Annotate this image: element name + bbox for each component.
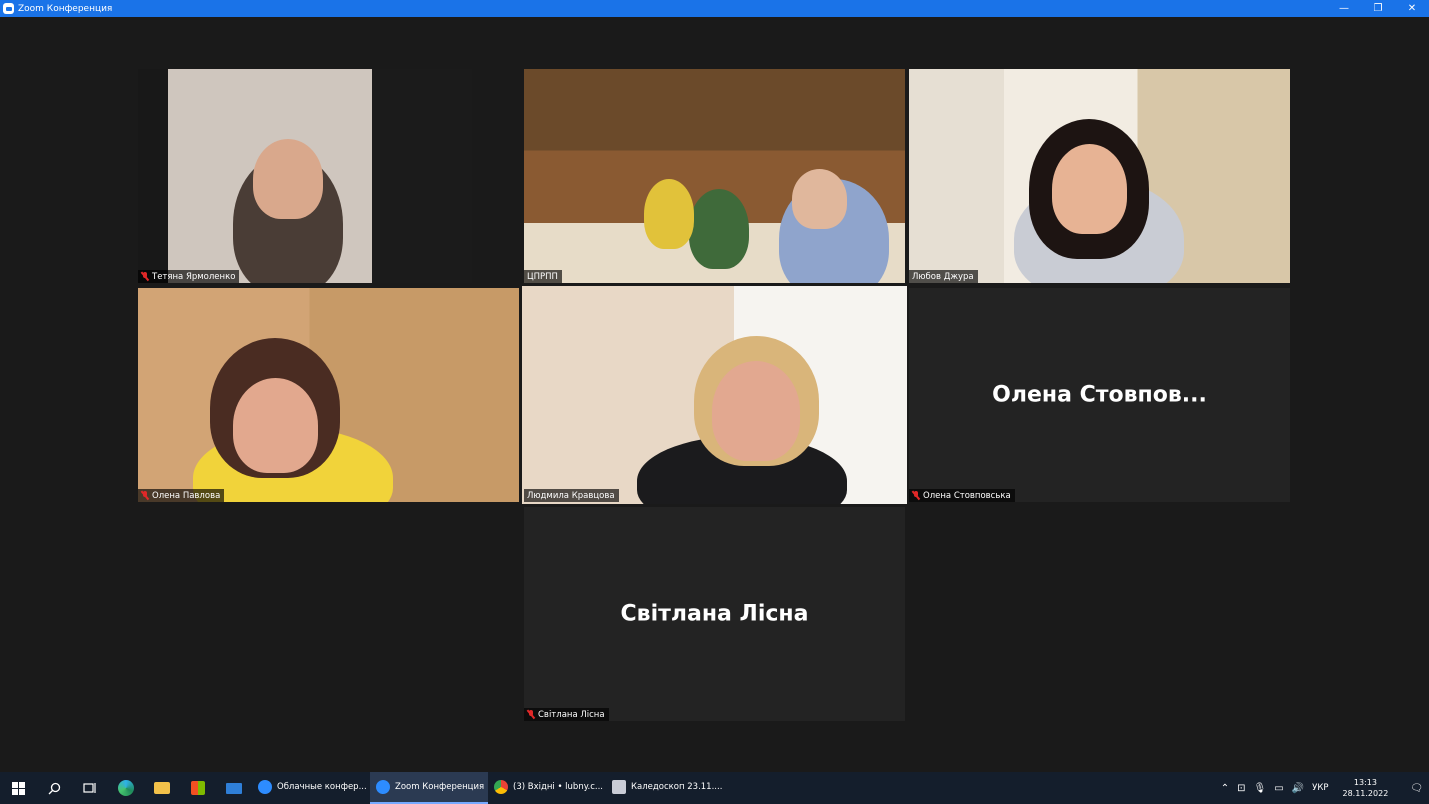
participant-name-tag: Любов Джура <box>909 270 978 283</box>
taskbar-app-label: Облачные конфер... <box>277 782 367 792</box>
edge-icon <box>118 780 134 796</box>
participant-name-tag: ЦПРПП <box>524 270 562 283</box>
task-view-icon <box>83 783 96 793</box>
video-tile-yarmolenko[interactable]: Тетяна Ярмоленко <box>138 69 472 283</box>
taskbar-app-label: Zoom Конференция <box>395 782 485 792</box>
participant-name: Олена Стовповська <box>923 490 1011 501</box>
participant-display-name: Світлана Лісна <box>620 601 809 627</box>
system-tray: ⌃ ⊡ 🎙 ▭ 🔊 УКР 13:13 28.11.2022 🗨 <box>1221 772 1429 804</box>
participant-name: Людмила Кравцова <box>527 490 615 501</box>
network-icon[interactable]: ⊡ <box>1237 783 1245 794</box>
zoom-icon <box>376 780 390 794</box>
maximize-button[interactable]: ❐ <box>1361 0 1395 17</box>
language-indicator[interactable]: УКР <box>1312 783 1328 793</box>
taskbar-app-label: (3) Вхідні • lubny.c... <box>513 782 604 792</box>
search-icon <box>48 782 60 794</box>
file-explorer-button[interactable] <box>144 772 180 804</box>
windows-taskbar: Облачные конфер... Zoom Конференция (3) … <box>0 772 1429 804</box>
participant-video <box>909 69 1290 283</box>
taskbar-app-cloud-meetings[interactable]: Облачные конфер... <box>252 772 370 804</box>
mic-muted-icon <box>141 272 149 281</box>
participant-name-tag: Світлана Лісна <box>524 708 609 721</box>
taskbar-app-document[interactable]: Каледоскоп 23.11.... <box>606 772 724 804</box>
zoom-icon <box>258 780 272 794</box>
clock-time: 13:13 <box>1353 778 1377 787</box>
chrome-icon <box>494 780 508 794</box>
participant-name: Любов Джура <box>912 271 974 282</box>
participant-video <box>138 69 472 283</box>
participant-name: Світлана Лісна <box>538 709 605 720</box>
participant-display-name: Олена Стовпов... <box>992 382 1207 408</box>
taskbar-app-zoom-meeting[interactable]: Zoom Конференция <box>370 772 488 804</box>
participant-name-tag: Людмила Кравцова <box>524 489 619 502</box>
clock[interactable]: 13:13 28.11.2022 <box>1336 777 1394 799</box>
minimize-button[interactable]: — <box>1327 0 1361 17</box>
notifications-icon[interactable]: 🗨 <box>1402 783 1423 794</box>
video-tile-tsprpp[interactable]: ЦПРПП <box>524 69 905 283</box>
participant-name-tag: Олена Стовповська <box>909 489 1015 502</box>
taskbar-app-chrome[interactable]: (3) Вхідні • lubny.c... <box>488 772 606 804</box>
video-tile-kravtsova[interactable]: Людмила Кравцова <box>522 286 907 504</box>
participant-name: Тетяна Ярмоленко <box>152 271 236 282</box>
clock-date: 28.11.2022 <box>1342 789 1389 798</box>
video-tile-pavlova[interactable]: Олена Павлова <box>138 288 519 502</box>
mic-muted-icon <box>141 491 149 500</box>
participant-name: ЦПРПП <box>527 271 558 282</box>
participant-name: Олена Павлова <box>152 490 221 501</box>
participant-video <box>138 288 519 502</box>
document-icon <box>612 780 626 794</box>
search-button[interactable] <box>36 772 72 804</box>
chevron-up-icon[interactable]: ⌃ <box>1221 783 1229 794</box>
task-view-button[interactable] <box>72 772 108 804</box>
mic-muted-icon <box>527 710 535 719</box>
participant-name-tag: Тетяна Ярмоленко <box>138 270 240 283</box>
battery-icon[interactable]: ▭ <box>1274 783 1283 794</box>
volume-icon[interactable]: 🔊 <box>1292 783 1304 794</box>
mail-icon <box>226 782 242 794</box>
mic-muted-icon <box>912 491 920 500</box>
gallery-view: Тетяна Ярмоленко ЦПРПП Любов Джура Олена… <box>0 17 1429 772</box>
video-tile-dzhura[interactable]: Любов Джура <box>909 69 1290 283</box>
participant-video <box>524 69 905 283</box>
store-icon <box>191 781 205 795</box>
windows-logo-icon <box>11 781 25 795</box>
participant-name-tag: Олена Павлова <box>138 489 225 502</box>
mail-button[interactable] <box>216 772 252 804</box>
window-title: Zoom Конференция <box>18 3 113 14</box>
store-button[interactable] <box>180 772 216 804</box>
video-tile-stovpovska[interactable]: Олена Стовпов... Олена Стовповська <box>909 288 1290 502</box>
video-tile-lisna[interactable]: Світлана Лісна Світлана Лісна <box>524 507 905 721</box>
close-button[interactable]: ✕ <box>1395 0 1429 17</box>
folder-icon <box>154 782 170 794</box>
taskbar-app-label: Каледоскоп 23.11.... <box>631 782 723 792</box>
zoom-window: Zoom Конференция — ❐ ✕ Тетяна Ярмоленко <box>0 0 1429 804</box>
participant-video <box>522 286 907 504</box>
edge-button[interactable] <box>108 772 144 804</box>
start-button[interactable] <box>0 772 36 804</box>
microphone-icon[interactable]: 🎙 <box>1254 783 1267 794</box>
zoom-logo-icon <box>3 3 14 14</box>
title-bar: Zoom Конференция — ❐ ✕ <box>0 0 1429 17</box>
